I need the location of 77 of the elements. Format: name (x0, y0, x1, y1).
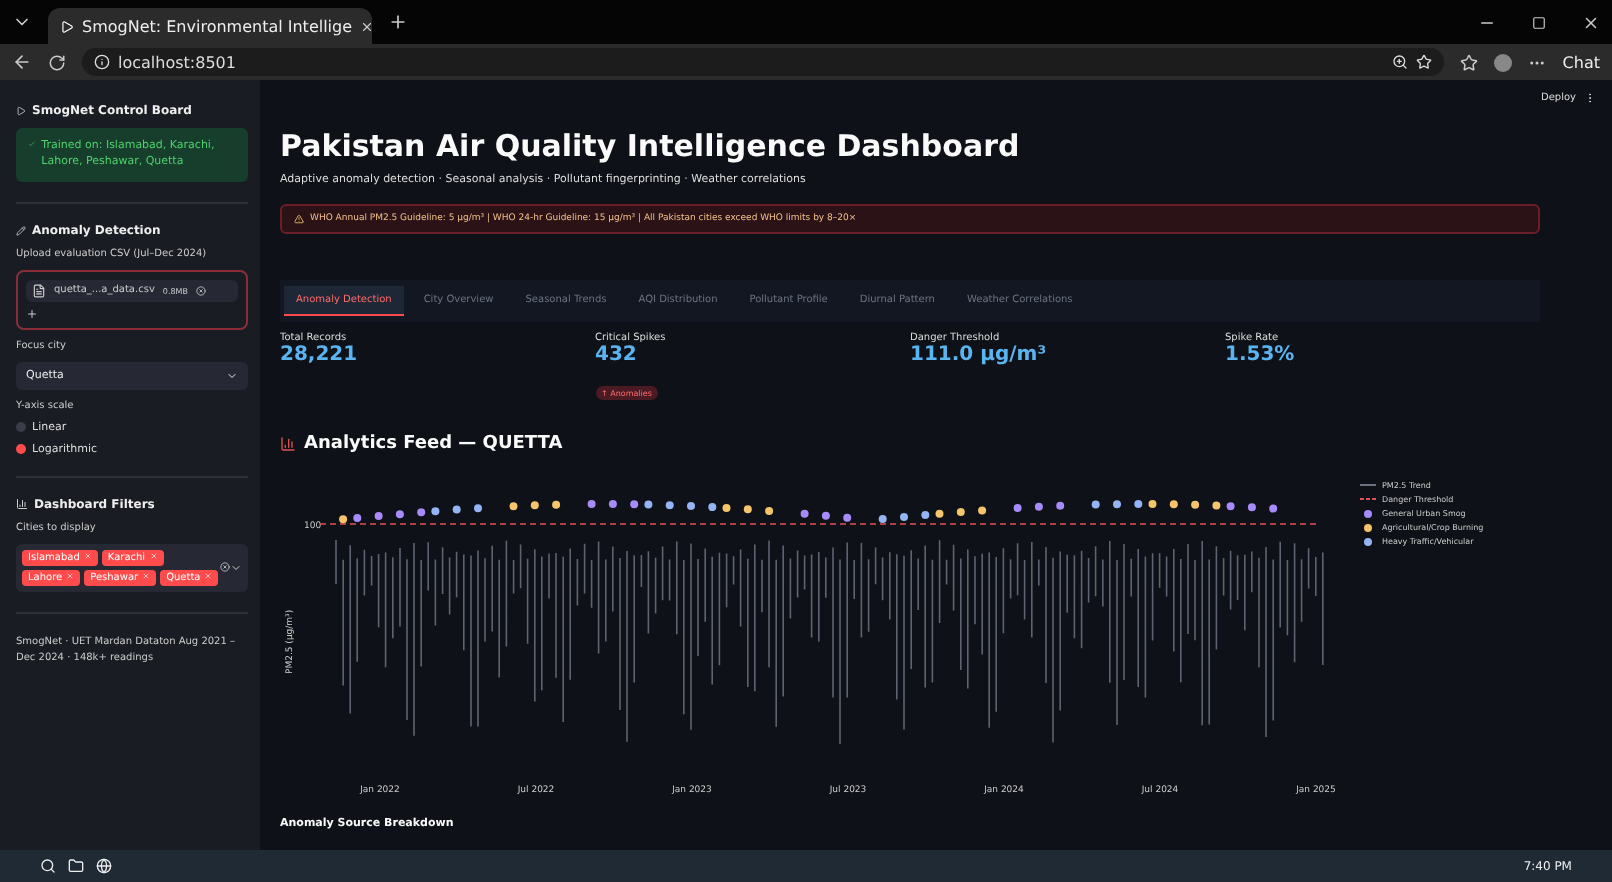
profile-avatar-icon[interactable] (1494, 53, 1513, 71)
metric-value: 432 (595, 344, 639, 366)
anomaly-point (765, 506, 774, 515)
info-icon[interactable] (94, 54, 110, 70)
anomaly-point (821, 511, 830, 520)
anomaly-point (743, 505, 752, 514)
anomaly-point (509, 502, 518, 511)
folder-icon[interactable] (68, 858, 84, 874)
close-tab-icon[interactable] (360, 19, 375, 33)
anomaly-point (339, 515, 348, 524)
anomaly-point (800, 509, 809, 518)
anomaly-point (1091, 500, 1100, 509)
chevron-down-icon (226, 369, 238, 381)
anomaly-point (1226, 502, 1235, 511)
anomaly-point (1056, 501, 1065, 510)
anomaly-point (878, 515, 887, 523)
remove-file-icon[interactable] (195, 285, 206, 295)
anomaly-point (417, 508, 426, 517)
anomaly-point (1134, 500, 1143, 508)
anomaly-point (644, 500, 653, 509)
bar-chart-icon (16, 498, 28, 510)
favorites-icon[interactable] (1460, 53, 1479, 71)
anomaly-point (608, 500, 617, 508)
reload-icon[interactable] (48, 53, 66, 71)
anomaly-point (1013, 503, 1022, 512)
page-title: Pakistan Air Quality Intelligence Dashboard (280, 128, 1022, 164)
metric-value: 28,221 (280, 344, 360, 366)
anomaly-point (630, 500, 639, 509)
anomaly-point (353, 514, 362, 522)
anomaly-point (431, 507, 440, 516)
address-bar[interactable]: localhost:8501 (82, 48, 1445, 76)
metric-value: 111.0 µg/m³ (910, 344, 1049, 366)
chat-button[interactable]: Chat (1562, 53, 1600, 71)
anomaly-point (1269, 504, 1278, 513)
star-icon[interactable] (1416, 54, 1433, 70)
globe-icon[interactable] (96, 858, 112, 874)
zoom-icon[interactable] (1392, 54, 1409, 70)
anomaly-point (978, 506, 987, 515)
metric-value: 1.53% (1225, 344, 1297, 366)
anomaly-point (1212, 501, 1221, 510)
anomaly-point (1247, 503, 1256, 512)
anomaly-point (1191, 500, 1200, 509)
anomaly-point (452, 505, 461, 514)
search-icon[interactable] (40, 858, 56, 874)
anomaly-point (900, 513, 908, 522)
anomaly-point (687, 502, 695, 511)
pencil-icon (16, 225, 26, 235)
anomaly-point (552, 500, 561, 509)
new-tab-icon[interactable] (388, 12, 408, 32)
anomaly-point (708, 503, 717, 512)
anomaly-point (474, 504, 482, 513)
browser-tab[interactable]: SmogNet: Environmental Intellige (48, 8, 372, 44)
clear-icon[interactable] (220, 562, 230, 572)
anomaly-point (843, 513, 852, 522)
anomaly-point (722, 503, 731, 512)
anomaly-point (1148, 500, 1157, 509)
anomaly-point (935, 509, 944, 518)
warning-icon (294, 214, 304, 224)
anomaly-point (374, 512, 383, 521)
anomaly-point (1113, 500, 1121, 509)
anomaly-point (956, 508, 965, 517)
add-file-icon[interactable] (26, 307, 38, 319)
anomaly-point (1034, 502, 1043, 511)
back-icon[interactable] (12, 52, 32, 72)
anomaly-point (921, 511, 930, 520)
anomaly-point (395, 510, 404, 519)
anomaly-point (530, 501, 539, 510)
anomaly-point (665, 501, 674, 510)
anomaly-point (587, 500, 596, 509)
close-icon[interactable] (1582, 13, 1600, 31)
maximize-icon[interactable] (1532, 15, 1546, 29)
anomaly-point (1169, 500, 1178, 509)
chart-icon (280, 436, 296, 452)
file-icon (32, 283, 46, 297)
chevron-down-icon[interactable] (230, 561, 242, 573)
triangle-icon (16, 106, 26, 116)
section-heading: Analytics Feed — QUETTA (304, 434, 563, 454)
